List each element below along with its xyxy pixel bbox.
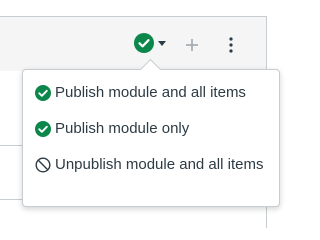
menu-item-label: Unpublish module and all items [55,156,264,173]
check-circle-icon [35,85,51,101]
menu-item-label: Publish module only [55,120,190,137]
check-circle-icon [35,121,51,137]
plus-icon[interactable] [184,37,200,53]
menu-item-publish-all[interactable]: Publish module and all items [35,82,265,103]
publish-options-menu: Publish module and all items Publish mod… [22,69,280,207]
caret-down-icon [158,41,166,46]
kebab-icon[interactable] [226,36,236,54]
item-divider [0,145,24,146]
check-circle-icon [134,33,154,53]
no-entry-icon [35,157,51,173]
menu-item-unpublish-all[interactable]: Unpublish module and all items [35,154,265,175]
menu-item-label: Publish module and all items [55,84,246,101]
publish-status-button[interactable] [134,33,170,53]
menu-item-publish-module-only[interactable]: Publish module only [35,118,265,139]
module-header [0,16,267,72]
item-divider [0,199,24,200]
